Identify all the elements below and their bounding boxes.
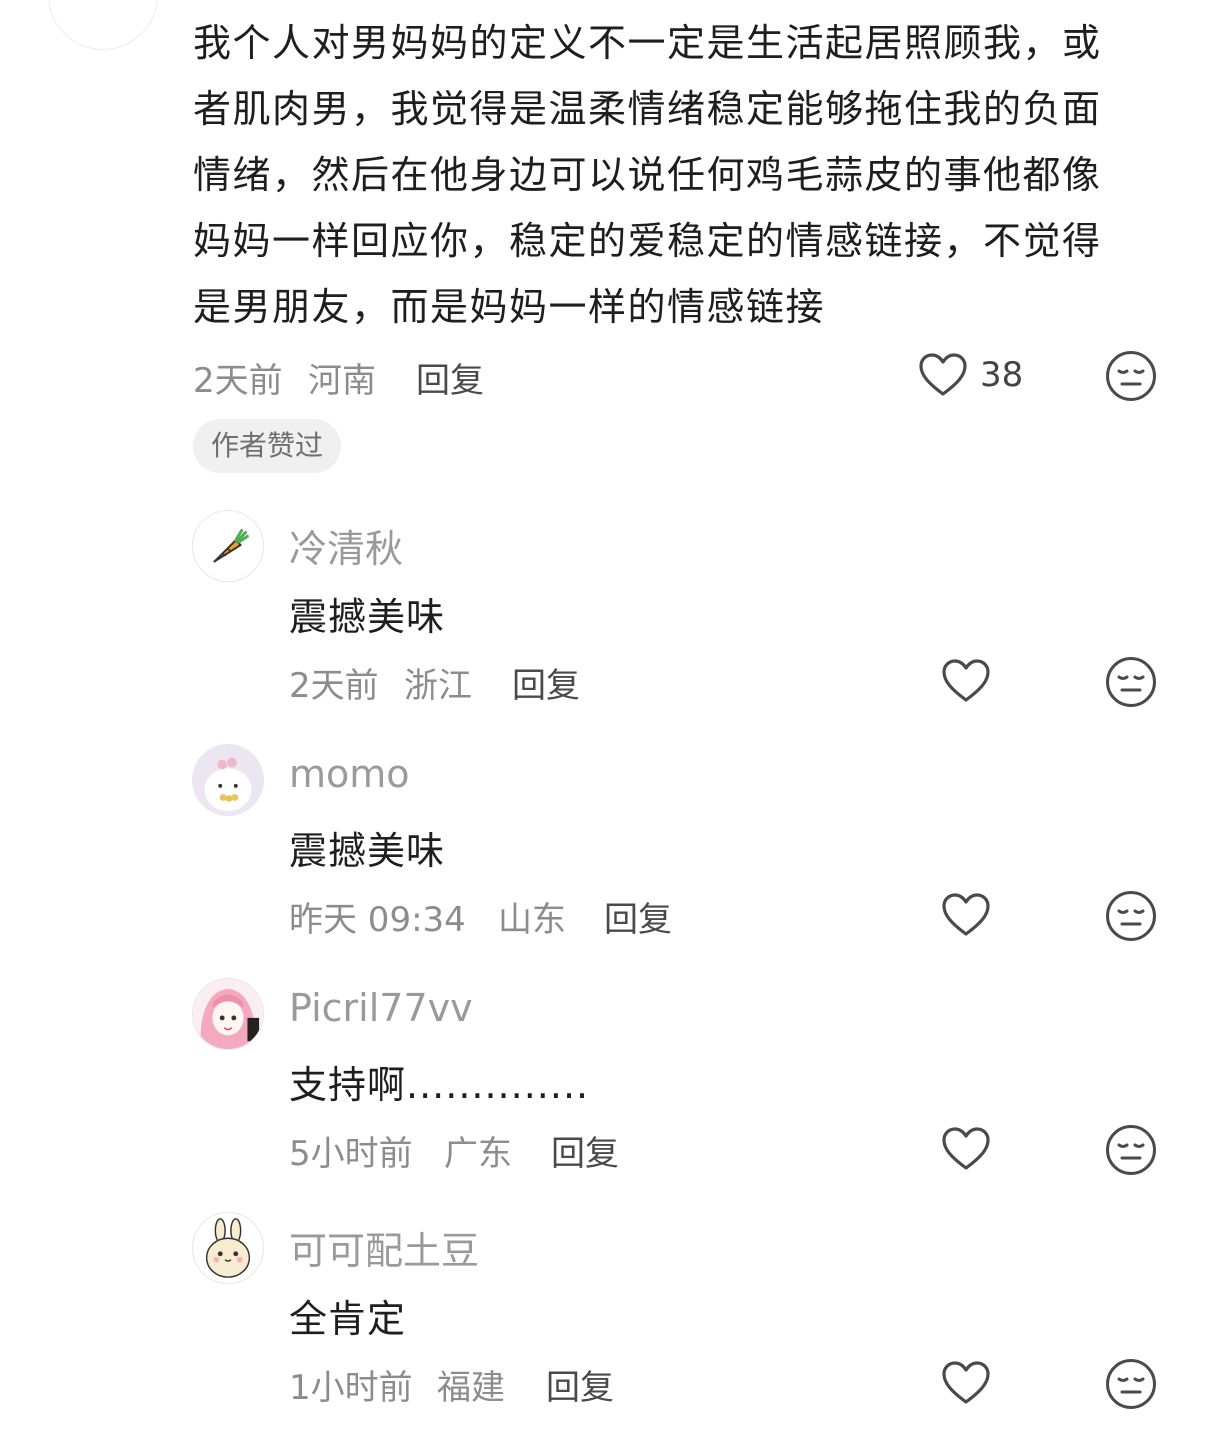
reply-time: 2天前 <box>289 666 379 706</box>
anime-girl-avatar-icon <box>193 979 263 1049</box>
avatar[interactable] <box>192 510 264 582</box>
avatar[interactable] <box>192 1212 264 1284</box>
reply-location: 山东 <box>498 900 566 940</box>
dislike-face-icon[interactable] <box>1105 350 1157 402</box>
reply-text: 全肯定 <box>289 1297 407 1341</box>
reply-location: 广东 <box>444 1134 512 1174</box>
main-comment-like-button[interactable]: 38 <box>918 352 1023 398</box>
reply-time: 昨天 09:34 <box>289 900 466 940</box>
like-count: 38 <box>980 355 1024 395</box>
reply-username[interactable]: momo <box>289 752 410 796</box>
reply-button[interactable]: 回复 <box>512 658 580 707</box>
reply-text: 支持啊.............. <box>289 1063 590 1107</box>
bunny-avatar-icon <box>193 1213 263 1283</box>
carrot-avatar-icon <box>193 511 263 581</box>
dislike-face-icon[interactable] <box>1105 1358 1157 1410</box>
reply-button[interactable]: 回复 <box>604 892 672 941</box>
reply-button[interactable]: 回复 <box>551 1126 619 1175</box>
main-comment-time: 2天前 <box>193 361 283 401</box>
reply-location: 福建 <box>437 1368 505 1408</box>
cute-blob-avatar-icon <box>193 745 263 815</box>
reply-username[interactable]: 冷清秋 <box>289 518 403 573</box>
dislike-face-icon[interactable] <box>1105 890 1157 942</box>
reply-time: 1小时前 <box>289 1368 413 1408</box>
dislike-face-icon[interactable] <box>1105 1124 1157 1176</box>
reply-location: 浙江 <box>404 666 472 706</box>
avatar[interactable] <box>192 978 264 1050</box>
main-comment-reply-button[interactable]: 回复 <box>416 353 484 402</box>
dislike-face-icon[interactable] <box>1105 656 1157 708</box>
main-comment-location: 河南 <box>308 361 376 401</box>
author-liked-badge: 作者赞过 <box>193 419 342 473</box>
reply-username[interactable]: 可可配土豆 <box>289 1220 479 1275</box>
avatar[interactable] <box>192 744 264 816</box>
reply-text: 震撼美味 <box>289 829 446 873</box>
main-comment-avatar[interactable] <box>48 0 158 50</box>
heart-icon[interactable] <box>941 658 991 704</box>
main-comment-text: 我个人对男妈妈的定义不一定是生活起居照顾我，或 者肌肉男，我觉得是温柔情绪稳定能… <box>193 21 1102 329</box>
reply-button[interactable]: 回复 <box>546 1360 614 1409</box>
heart-icon[interactable] <box>941 1126 991 1172</box>
reply-text: 震撼美味 <box>289 595 446 639</box>
reply-username[interactable]: Picril77vv <box>289 986 473 1030</box>
heart-icon[interactable] <box>941 892 991 938</box>
heart-icon[interactable] <box>941 1360 991 1406</box>
reply-time: 5小时前 <box>289 1134 413 1174</box>
heart-icon <box>919 353 967 396</box>
